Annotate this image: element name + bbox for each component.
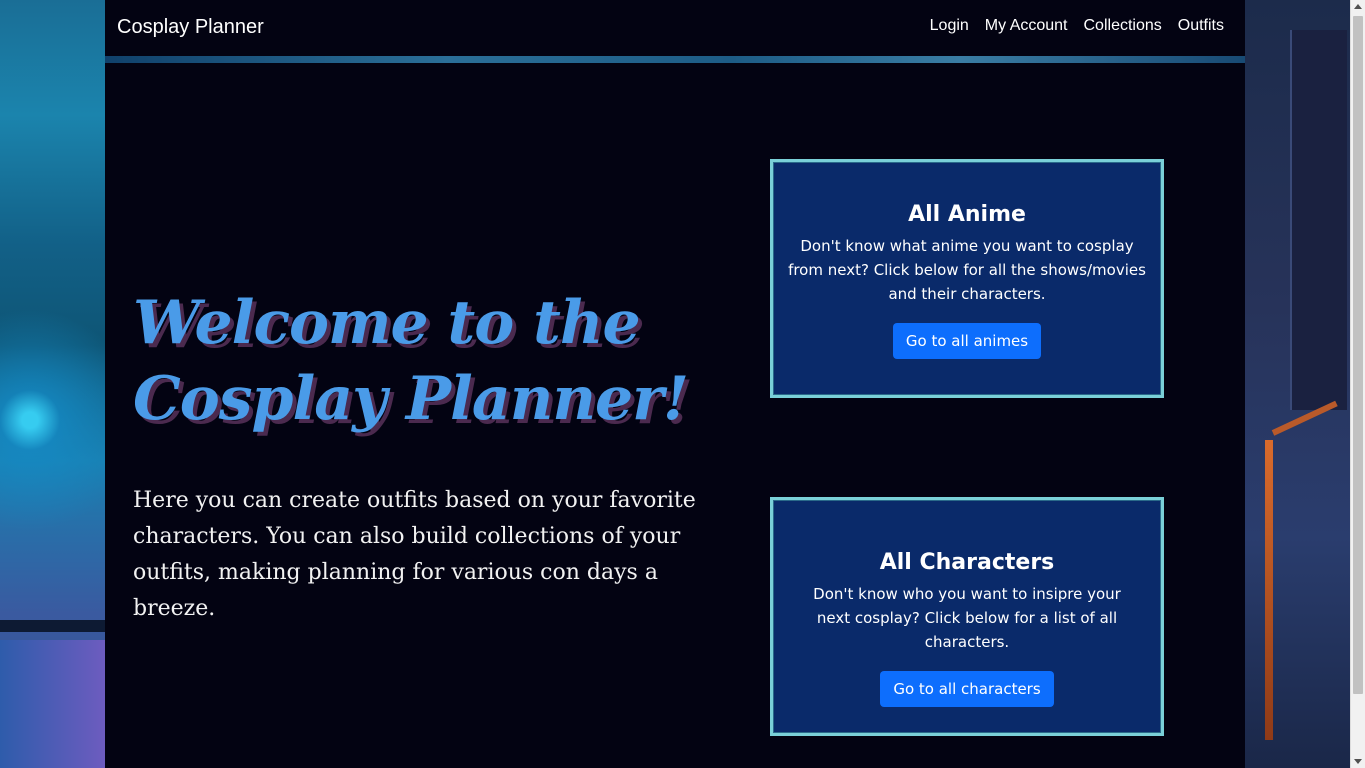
nav-outfits[interactable]: Outfits <box>1178 17 1224 35</box>
go-to-all-animes-button[interactable]: Go to all animes <box>892 323 1042 359</box>
scrollbar-thumb[interactable] <box>1353 16 1363 694</box>
nav-links: Login My Account Collections Outfits <box>930 17 1224 35</box>
background-stripe <box>0 620 105 632</box>
nav-my-account[interactable]: My Account <box>985 17 1068 35</box>
background-left-image <box>0 0 105 768</box>
background-right-image <box>1245 0 1350 768</box>
vertical-scrollbar[interactable] <box>1350 0 1365 768</box>
background-bar <box>1265 440 1273 740</box>
card-title: All Anime <box>908 202 1026 227</box>
nav-collections[interactable]: Collections <box>1084 17 1162 35</box>
card-text: Don't know who you want to insipre your … <box>813 585 1121 651</box>
all-anime-card: All Anime Don't know what anime you want… <box>770 159 1164 398</box>
scroll-down-arrow-icon[interactable] <box>1354 759 1362 764</box>
go-to-all-characters-button[interactable]: Go to all characters <box>880 671 1054 707</box>
header-banner-strip <box>105 56 1245 63</box>
background-panel <box>1290 30 1347 410</box>
background-stripe <box>0 640 105 768</box>
nav-login[interactable]: Login <box>930 17 969 35</box>
hero-title: Welcome to the Cosplay Planner! <box>133 288 689 434</box>
card-title: All Characters <box>879 550 1055 575</box>
navbar: Cosplay Planner Login My Account Collect… <box>105 0 1245 56</box>
main-container: Cosplay Planner Login My Account Collect… <box>105 0 1245 768</box>
all-characters-card: All Characters Don't know who you want t… <box>770 497 1164 736</box>
brand-link[interactable]: Cosplay Planner <box>117 16 264 39</box>
scroll-up-arrow-icon[interactable] <box>1354 4 1362 9</box>
card-text: Don't know what anime you want to cospla… <box>788 237 1146 303</box>
hero-description: Here you can create outfits based on you… <box>133 488 696 621</box>
